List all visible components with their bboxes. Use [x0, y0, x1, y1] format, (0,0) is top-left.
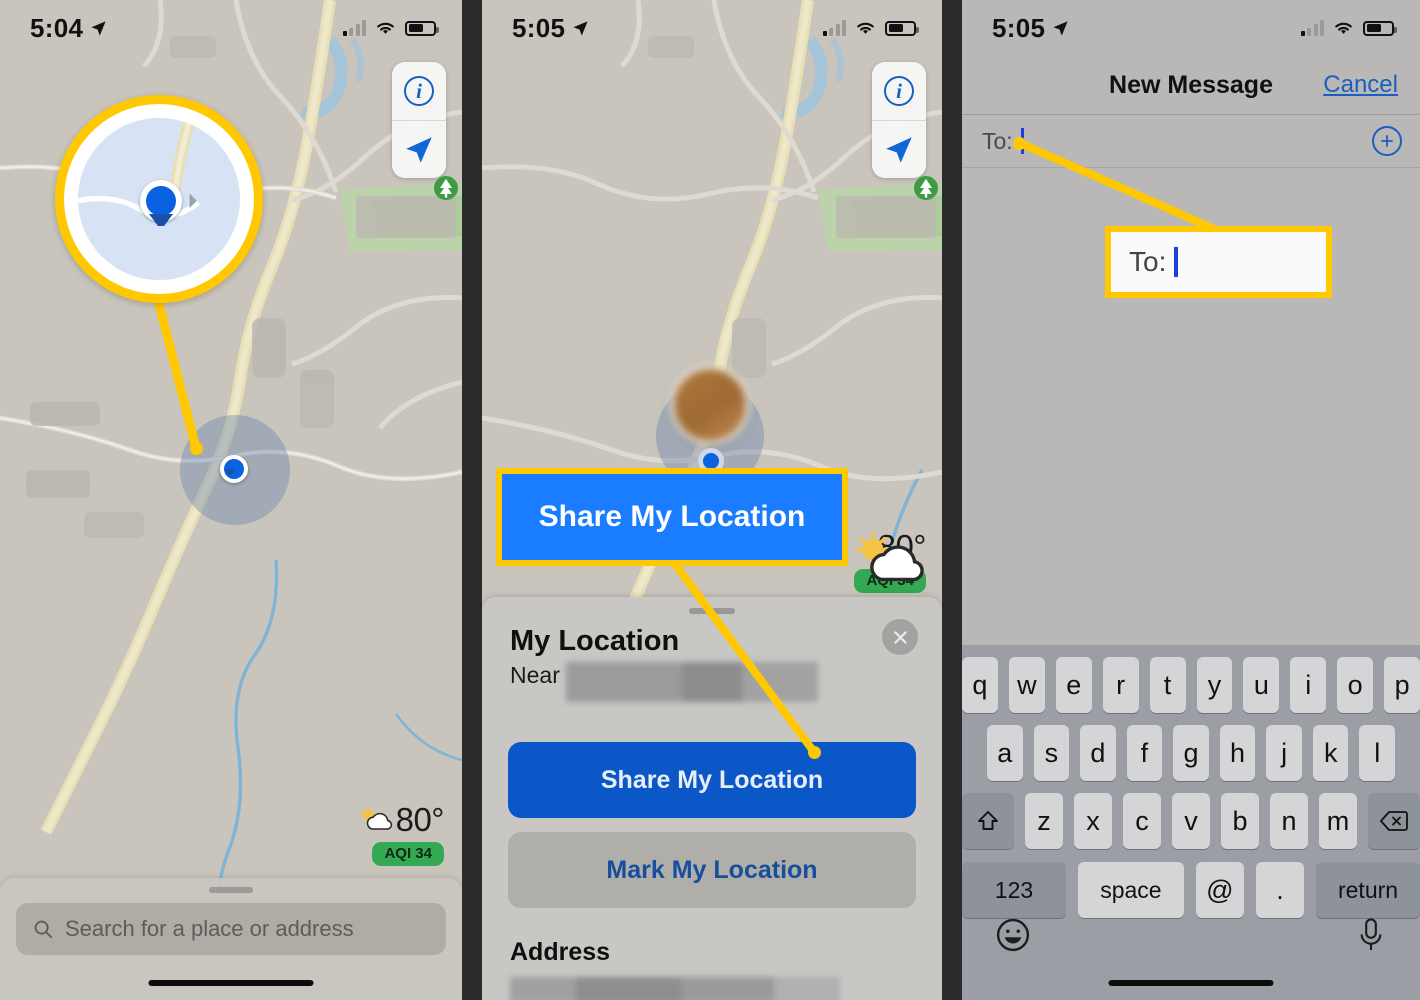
status-indicators-share — [822, 20, 919, 36]
share-location-callout-label: Share My Location — [538, 500, 806, 533]
status-time-message: 5:05 — [992, 12, 1046, 43]
home-indicator-message — [1108, 980, 1274, 986]
status-bar-message: 5:05 — [962, 0, 1420, 56]
panel-divider-1 — [462, 0, 482, 1000]
callout-anchor-dot — [190, 442, 203, 455]
magnified-blue-dot — [140, 180, 182, 226]
status-time: 5:04 — [30, 12, 84, 43]
callout-text-cursor — [1174, 247, 1179, 277]
cellular-bars-icon — [342, 20, 366, 36]
wifi-icon — [377, 22, 394, 34]
panel-share-my-location: 80° AQI 34 My Location Near Share My Loc… — [482, 0, 942, 1000]
location-arrow-icon — [1053, 20, 1068, 36]
share-location-callout-box: Share My Location — [496, 468, 848, 566]
status-bar-maps: 5:04 — [0, 0, 462, 56]
cellular-bars-icon — [822, 20, 846, 36]
status-time-share: 5:05 — [512, 12, 566, 43]
battery-icon — [1363, 20, 1397, 36]
panel-new-message: New Message Cancel To: q w e r t y u i o… — [962, 0, 1420, 1000]
status-time-group: 5:04 — [30, 13, 107, 44]
magnified-heading-arrow-icon — [149, 214, 173, 226]
to-field-callout-label: To: — [1129, 246, 1167, 277]
status-indicators-message — [1300, 20, 1397, 36]
callout-anchor-dot-share — [808, 746, 821, 759]
panel-divider-2 — [942, 0, 962, 1000]
status-time-group-message: 5:05 — [992, 13, 1069, 44]
magnifier-lens — [78, 118, 240, 280]
location-arrow-icon — [91, 20, 106, 36]
cellular-bars-icon — [1300, 20, 1324, 36]
status-bar-share: 5:05 — [482, 0, 942, 56]
to-field-callout-box: To: — [1105, 226, 1332, 298]
callout-connector-line-message — [1016, 139, 1216, 232]
status-time-group-share: 5:05 — [512, 13, 589, 44]
wifi-icon — [1335, 22, 1352, 34]
location-arrow-icon — [573, 20, 588, 36]
home-indicator — [148, 980, 314, 986]
screenshot-stage: i 80° AQI 34 Search for a place or addre… — [0, 0, 1420, 1000]
callout-anchor-dot-message — [1013, 137, 1026, 150]
wifi-icon — [857, 22, 874, 34]
battery-icon — [405, 20, 439, 36]
panel-maps-location: i 80° AQI 34 Search for a place or addre… — [0, 0, 462, 1000]
status-indicators — [342, 20, 439, 36]
battery-icon — [885, 20, 919, 36]
magnified-location-callout — [55, 95, 263, 303]
